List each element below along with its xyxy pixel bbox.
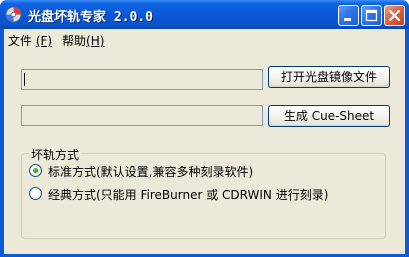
classic-method-label: 经典方式(只能用 FireBurner 或 CDRWIN 进行刻录) (48, 188, 329, 202)
standard-method-radio[interactable] (29, 164, 42, 177)
standard-method-option[interactable]: 标准方式(默认设置,兼容多种刻录软件) (29, 163, 379, 179)
menu-help-label: 帮助 (62, 34, 87, 48)
minimize-button[interactable] (338, 5, 359, 26)
menu-help-accelerator: (H) (86, 34, 105, 48)
classic-method-option[interactable]: 经典方式(只能用 FireBurner 或 CDRWIN 进行刻录) (29, 186, 379, 202)
radio-selected-dot (33, 168, 38, 173)
menu-file-accelerator: (F) (35, 34, 53, 48)
menu-file[interactable]: 文件 (F) (8, 32, 52, 49)
title-bar[interactable]: 光盘坏轨专家 2.0.0 (0, 0, 409, 29)
standard-method-label: 标准方式(默认设置,兼容多种刻录软件) (48, 165, 254, 179)
maximize-icon (365, 9, 378, 22)
menu-file-label: 文件 (8, 34, 33, 48)
maximize-button[interactable] (361, 5, 382, 26)
minimize-icon (344, 18, 351, 21)
classic-method-radio[interactable] (29, 187, 42, 200)
client-area: 文件 (F) 帮助(H) 打开光盘镜像文件 生成 Cue-Sheet 坏轨方式 … (4, 29, 405, 254)
app-window: 光盘坏轨专家 2.0.0 文件 (F) 帮助(H) 打开光盘镜像文件 生成 Cu… (0, 0, 409, 257)
window-title: 光盘坏轨专家 2.0.0 (28, 10, 153, 25)
close-icon (388, 9, 401, 22)
disc-app-icon (5, 6, 22, 23)
menu-help[interactable]: 帮助(H) (62, 32, 104, 49)
cue-path-field[interactable] (21, 105, 263, 126)
method-group-title: 坏轨方式 (29, 146, 82, 163)
close-button[interactable] (384, 5, 405, 26)
menu-bar: 文件 (F) 帮助(H) (4, 29, 405, 49)
open-image-button[interactable]: 打开光盘镜像文件 (268, 66, 390, 88)
generate-cue-button[interactable]: 生成 Cue-Sheet (268, 105, 390, 127)
image-path-field[interactable] (21, 69, 263, 90)
text-caret (24, 73, 25, 86)
